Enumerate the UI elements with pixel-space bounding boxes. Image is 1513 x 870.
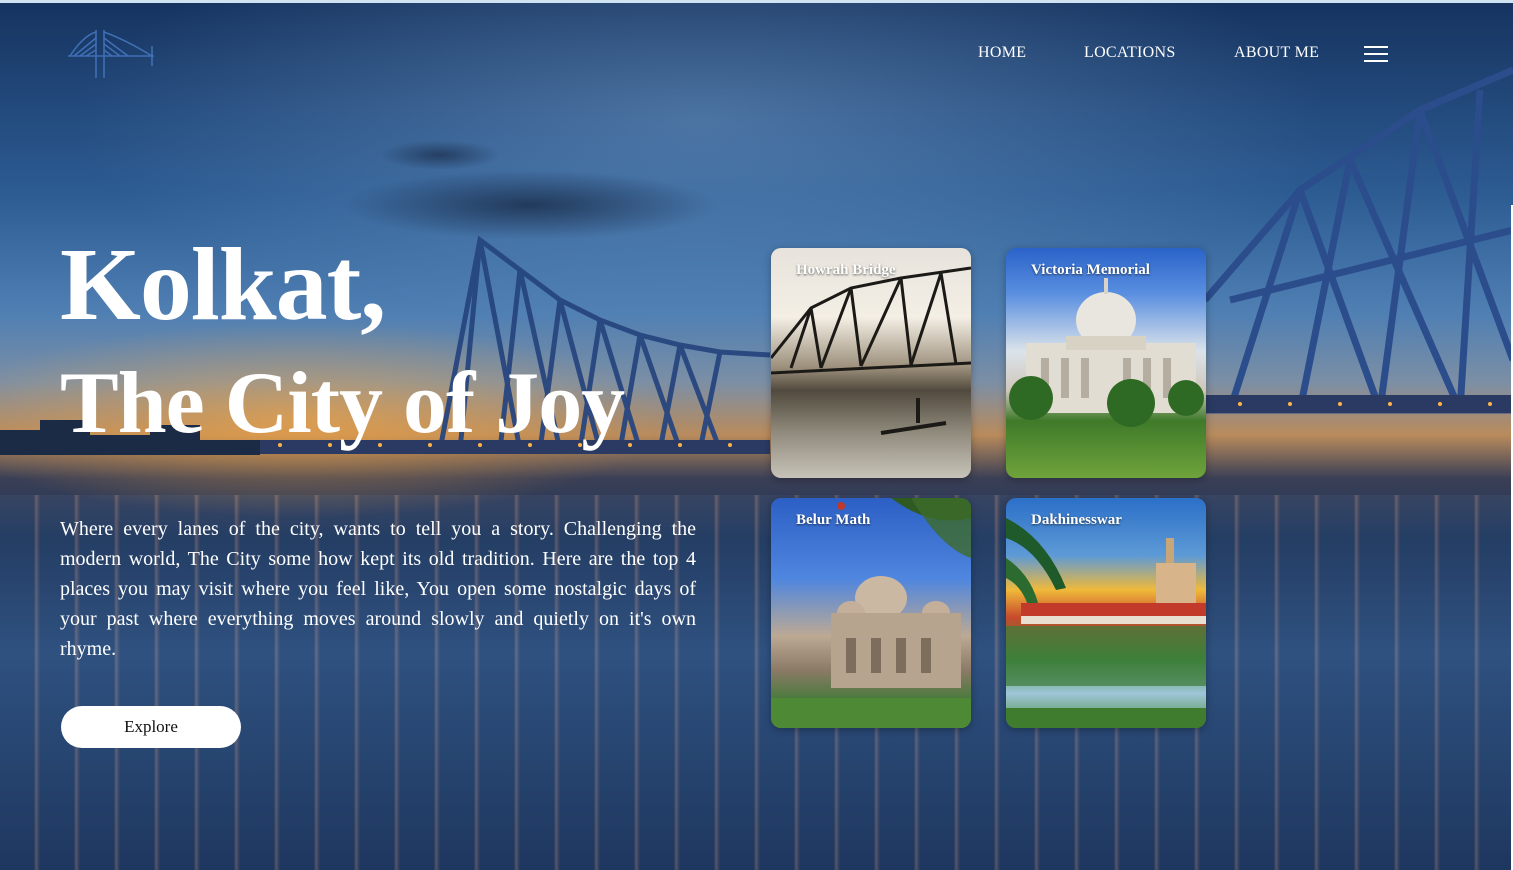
top-border: [0, 0, 1513, 3]
place-card-label: Victoria Memorial: [1031, 262, 1150, 278]
place-card-victoria-memorial[interactable]: Victoria Memorial: [1006, 248, 1206, 478]
nav-locations[interactable]: LOCATIONS: [1084, 44, 1176, 62]
belur-math-image: [771, 498, 971, 728]
hero-title: Kolkat,: [60, 227, 386, 342]
howrah-bridge-image: [771, 266, 971, 435]
landing-page: HOME LOCATIONS ABOUT ME Kolkat, The City…: [0, 0, 1513, 870]
hamburger-menu-icon[interactable]: [1364, 46, 1388, 64]
nav-home[interactable]: HOME: [978, 44, 1026, 62]
hero-description: Where every lanes of the city, wants to …: [60, 518, 696, 660]
place-card-howrah-bridge[interactable]: Howrah Bridge: [771, 248, 971, 478]
dakhinesswar-image: [1006, 518, 1206, 728]
place-card-belur-math[interactable]: Belur Math: [771, 498, 971, 728]
bridge-logo-icon[interactable]: [66, 26, 156, 82]
place-card-label: Howrah Bridge: [796, 262, 896, 278]
place-card-label: Belur Math: [796, 512, 871, 528]
place-card-dakhinesswar[interactable]: Dakhinesswar: [1006, 498, 1206, 728]
place-card-label: Dakhinesswar: [1031, 512, 1122, 528]
victoria-memorial-image: [1009, 278, 1204, 427]
hero-subtitle: The City of Joy: [60, 355, 625, 452]
nav-about-me[interactable]: ABOUT ME: [1234, 44, 1319, 62]
explore-button[interactable]: Explore: [61, 706, 241, 748]
